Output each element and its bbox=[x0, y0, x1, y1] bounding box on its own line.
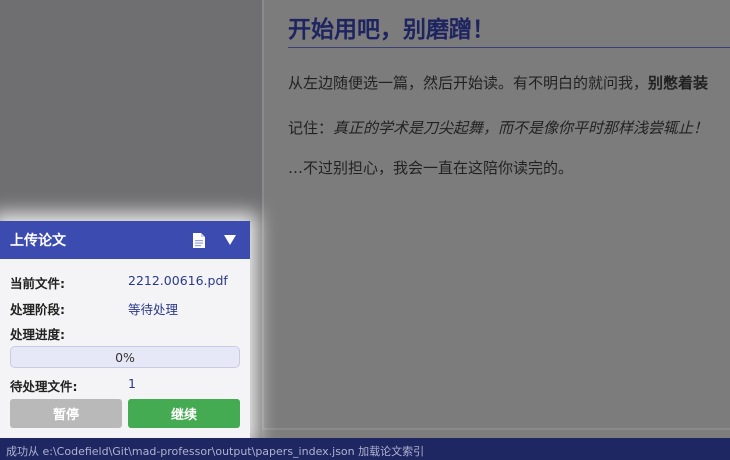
pending-value: 1 bbox=[128, 376, 136, 391]
upload-header: 上传论文 bbox=[0, 221, 250, 259]
current-file-row: 当前文件: 2212.00616.pdf bbox=[10, 273, 240, 292]
intro-paragraph-2: 记住：真正的学术是刀尖起舞，而不是像你平时那样浅尝辄止！ bbox=[288, 117, 708, 138]
progress-label: 处理进度: bbox=[10, 327, 65, 342]
pause-button[interactable]: 暂停 bbox=[10, 399, 122, 428]
reading-panel: 开始用吧，别磨蹭！ 从左边随便选一篇，然后开始读。有不明白的就问我，别憋着装 记… bbox=[262, 0, 730, 430]
pending-label: 待处理文件: bbox=[10, 379, 78, 394]
intro-text-2: 记住： bbox=[288, 119, 334, 137]
upload-title: 上传论文 bbox=[10, 233, 66, 249]
stage-label: 处理阶段: bbox=[10, 302, 65, 317]
current-file-value: 2212.00616.pdf bbox=[128, 273, 228, 288]
intro-bold-text: 别憋着装 bbox=[648, 74, 709, 92]
page-title: 开始用吧，别磨蹭！ bbox=[288, 16, 495, 43]
current-file-label: 当前文件: bbox=[10, 276, 65, 291]
progress-text: 0% bbox=[115, 350, 135, 365]
progress-bar: 0% bbox=[10, 346, 240, 368]
intro-paragraph-3: …不过别担心，我会一直在这陪你读完的。 bbox=[288, 159, 574, 177]
pending-row: 待处理文件: 1 bbox=[10, 376, 240, 395]
file-icon[interactable] bbox=[192, 232, 206, 249]
title-divider bbox=[288, 47, 730, 48]
intro-text-1: 从左边随便选一篇，然后开始读。有不明白的就问我， bbox=[288, 74, 649, 92]
stage-value: 等待处理 bbox=[128, 302, 179, 317]
continue-button[interactable]: 继续 bbox=[128, 399, 240, 428]
stage-row: 处理阶段: 等待处理 bbox=[10, 299, 240, 318]
progress-row: 处理进度: bbox=[10, 324, 240, 343]
collapse-triangle-icon[interactable] bbox=[224, 235, 236, 245]
upload-panel: 上传论文 当前文件: 2212.00616.pdf 处理阶段: 等待处理 处理进… bbox=[0, 221, 250, 438]
intro-italic-text: 真正的学术是刀尖起舞，而不是像你平时那样浅尝辄止！ bbox=[333, 119, 709, 137]
status-bar: 成功从 e:\Codefield\Git\mad-professor\outpu… bbox=[0, 438, 730, 460]
intro-paragraph-1: 从左边随便选一篇，然后开始读。有不明白的就问我，别憋着装 bbox=[288, 72, 708, 93]
